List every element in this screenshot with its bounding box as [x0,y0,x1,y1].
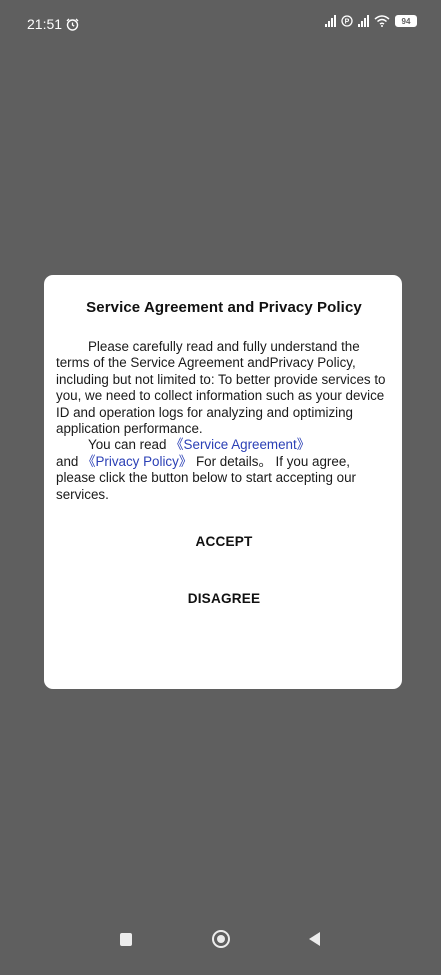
details-line: and 《Privacy Policy》 For details。 If you… [56,454,392,503]
alarm-clock-icon [66,18,79,31]
status-bar: 21:51 P 94 [0,0,441,48]
dialog-actions: ACCEPT DISAGREE [56,527,392,614]
accept-button[interactable]: ACCEPT [56,527,392,557]
recent-apps-icon[interactable] [120,933,132,946]
navigation-bar [0,909,441,975]
svg-text:P: P [345,19,350,26]
service-agreement-link[interactable]: 《Service Agreement》 [170,437,310,452]
signal-icon [325,15,336,27]
signal-icon [358,15,369,27]
battery-icon: 94 [395,15,417,27]
disagree-button[interactable]: DISAGREE [56,584,392,614]
read-prefix: You can read [88,437,167,453]
wifi-icon [374,15,390,27]
home-icon[interactable] [212,930,230,948]
status-left: 21:51 [27,16,79,32]
status-time: 21:51 [27,16,63,32]
dialog-paragraph: Please carefully read and fully understa… [56,339,392,437]
privacy-policy-link[interactable]: 《Privacy Policy》 [82,454,192,469]
dialog-title: Service Agreement and Privacy Policy [86,299,362,316]
privacy-dialog: Service Agreement and Privacy Policy Ple… [44,275,402,689]
dialog-body: Please carefully read and fully understa… [56,339,392,503]
and-text: and [56,453,79,469]
read-line: You can read 《Service Agreement》 [56,437,392,453]
data-saver-icon: P [341,15,353,27]
paragraph-text: Please carefully read and fully understa… [56,339,386,437]
status-right: P 94 [325,15,417,27]
back-icon[interactable] [309,932,320,946]
